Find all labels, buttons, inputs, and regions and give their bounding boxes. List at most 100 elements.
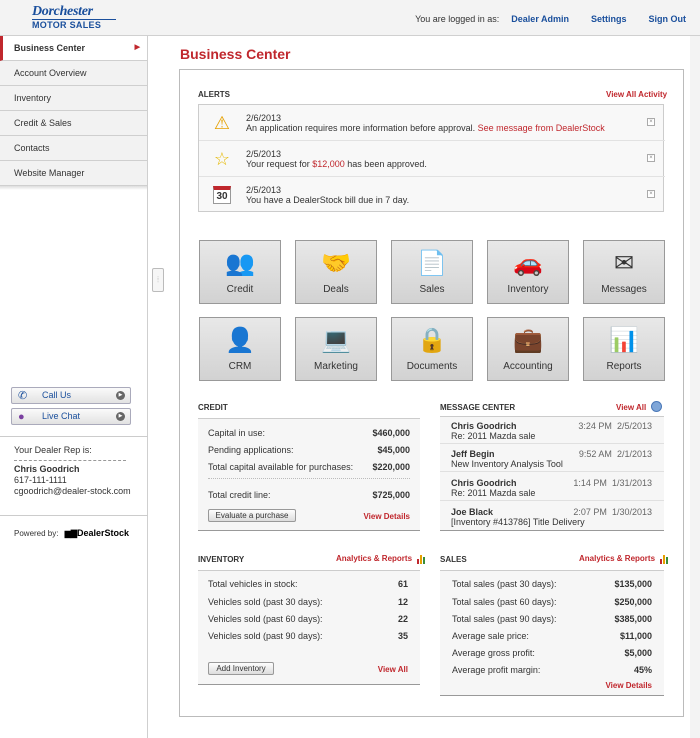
dealer-rep: Your Dealer Rep is: Chris Goodrich 617-1… [0,436,148,505]
handshake-icon: 🤝 [321,250,351,277]
message-time: 1:14 PM [573,478,607,488]
dotted-divider [14,460,126,461]
car-icon: 🚗 [513,250,543,277]
sidebar-item-credit-sales[interactable]: Credit & Sales [0,111,147,136]
see-message-link[interactable]: See message from DealerStock [478,123,605,133]
briefcase-icon: 💼 [513,327,543,354]
warning-icon: ⚠ [213,113,231,133]
tile-label: Deals [323,284,349,295]
powered-by: Powered by: ▆▇DealerStock [0,515,148,550]
call-us-button[interactable]: ✆ Call Us ▶ [11,387,131,404]
sales-row-value: $385,000 [614,614,652,624]
settings-link[interactable]: Settings [591,14,627,24]
bar-chart-icon [417,555,426,564]
sidebar-item-website-manager[interactable]: Website Manager [0,161,147,186]
inventory-view-all-link[interactable]: View All [378,665,408,674]
tile-accounting[interactable]: 💼 Accounting [487,317,569,381]
rep-name: Chris Goodrich [14,464,80,474]
sidebar-item-label: Business Center [14,43,86,53]
sales-row-value: $11,000 [619,631,652,641]
alerts-heading: ALERTS [198,90,230,99]
inventory-analytics-link[interactable]: Analytics & Reports [336,554,426,564]
credit-view-details-link[interactable]: View Details [363,512,410,521]
tile-label: Credit [226,284,254,295]
message-item[interactable]: Jeff Begin New Inventory Analysis Tool 9… [440,445,664,472]
message-subject: New Inventory Analysis Tool [451,459,563,469]
evaluate-purchase-button[interactable]: Evaluate a purchase [208,509,296,522]
chevron-right-icon: ▶ [134,44,140,51]
tile-label: Inventory [507,284,549,295]
message-timestamp: 9:52 AM 2/1/2013 [579,449,652,459]
message-item[interactable]: Joe Black [Inventory #413786] Title Deli… [440,503,664,530]
signout-link[interactable]: Sign Out [649,14,687,24]
logged-in-label: You are logged in as: [415,14,500,24]
sales-row-value: $5,000 [624,648,652,658]
dorchester-logo[interactable]: Dorchester MOTOR SALES [32,5,116,30]
rep-phone: 617-111-1111 [14,475,67,485]
message-sender: Jeff Begin [451,449,495,459]
dealerstock-logo[interactable]: ▆▇DealerStock [65,528,129,538]
sidebar-item-inventory[interactable]: Inventory [0,86,147,111]
call-us-label: Call Us [42,390,72,400]
tile-label: Accounting [503,361,553,372]
add-inventory-button[interactable]: Add Inventory [208,662,274,675]
inventory-row-label: Vehicles sold (past 30 days): [208,597,323,607]
alert-message: An application requires more information… [246,123,476,133]
sidebar-collapse-handle[interactable]: ⦙ [152,268,164,292]
sales-analytics-link[interactable]: Analytics & Reports [579,554,669,564]
play-icon: ▶ [116,412,125,421]
tile-credit[interactable]: 👥 Credit [199,240,281,304]
sidebar-item-label: Website Manager [14,168,85,178]
message-timestamp: 3:24 PM 2/5/2013 [578,421,652,431]
tile-sales[interactable]: 📄 Sales [391,240,473,304]
sidebar-item-label: Inventory [14,93,52,103]
live-chat-label: Live Chat [42,411,81,421]
top-bar: Dorchester MOTOR SALES You are logged in… [0,0,700,36]
message-timestamp: 2:07 PM 1/30/2013 [573,507,652,517]
dismiss-icon[interactable]: × [647,190,655,198]
alert-message-pre: Your request for [246,159,310,169]
play-icon: ▶ [116,391,125,400]
dismiss-icon[interactable]: × [647,118,655,126]
message-item[interactable]: Chris Goodrich Re: 2011 Mazda sale 3:24 … [440,417,664,444]
dismiss-icon[interactable]: × [647,154,655,162]
sidebar-item-contacts[interactable]: Contacts [0,136,147,161]
analytics-label: Analytics & Reports [579,554,656,563]
message-subject: Re: 2011 Mazda sale [451,488,536,498]
tile-label: Messages [601,284,647,295]
tile-documents[interactable]: 🔒 Documents [391,317,473,381]
message-item[interactable]: Chris Goodrich Re: 2011 Mazda sale 1:14 … [440,474,664,501]
messages-view-all-link[interactable]: View All [616,403,646,412]
dealerstock-logo-text: DealerStock [77,528,130,538]
tile-reports[interactable]: 📊 Reports [583,317,665,381]
sidebar-item-business-center[interactable]: Business Center ▶ [0,36,147,61]
sidebar-item-label: Contacts [14,143,50,153]
tile-messages[interactable]: ✉ Messages [583,240,665,304]
star-icon: ☆ [213,149,231,169]
tile-inventory[interactable]: 🚗 Inventory [487,240,569,304]
tile-marketing[interactable]: 💻 Marketing [295,317,377,381]
alert-message-post: has been approved. [347,159,427,169]
tile-deals[interactable]: 🤝 Deals [295,240,377,304]
view-all-activity-link[interactable]: View All Activity [606,90,667,99]
credit-heading: CREDIT [198,403,228,412]
credit-row-value: $460,000 [372,428,410,438]
rep-title: Your Dealer Rep is: [14,445,92,455]
sidebar-item-label: Account Overview [14,68,87,78]
sales-view-details-link[interactable]: View Details [605,681,652,690]
user-link[interactable]: Dealer Admin [511,14,569,24]
alert-item: 30 2/5/2013 You have a DealerStock bill … [199,177,665,213]
tile-crm[interactable]: 👤 CRM [199,317,281,381]
alert-message: You have a DealerStock bill due in 7 day… [246,195,410,205]
alert-item: ☆ 2/5/2013 Your request for $12,000 has … [199,141,665,177]
sidebar-item-account-overview[interactable]: Account Overview [0,61,147,86]
logo-line2: MOTOR SALES [32,19,116,30]
credit-row-label: Capital in use: [208,428,266,438]
message-date: 1/31/2013 [611,478,652,488]
alert-amount: $12,000 [312,159,345,169]
sales-row-value: 45% [633,665,652,675]
live-chat-button[interactable]: ● Live Chat ▶ [11,408,131,425]
rep-email[interactable]: cgoodrich@dealer-stock.com [14,486,134,497]
message-date: 2/5/2013 [616,421,652,431]
refresh-icon[interactable] [651,401,662,412]
